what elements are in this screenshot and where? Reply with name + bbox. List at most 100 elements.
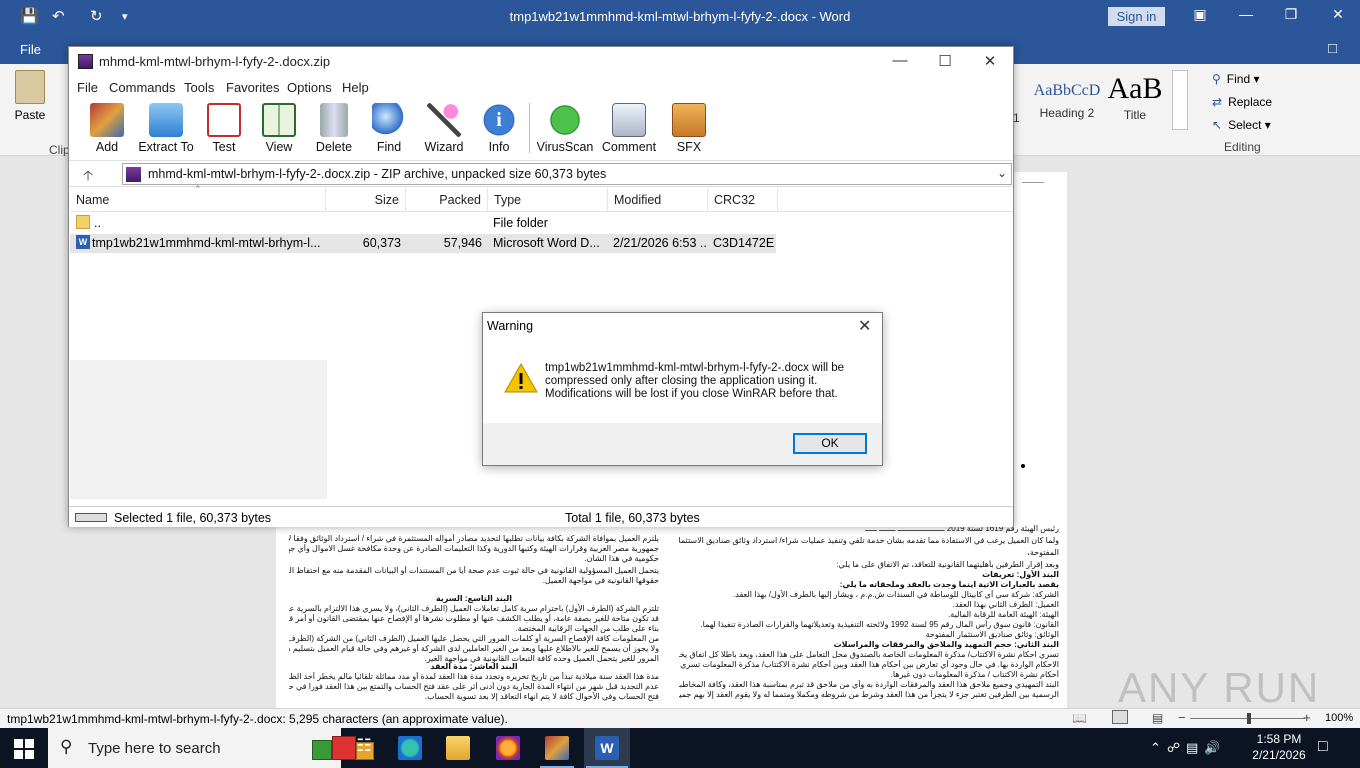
cell-size: 60,373 — [362, 236, 401, 250]
clock-date: 2/21/2026 — [1252, 748, 1306, 762]
find-button[interactable]: ⚲ Find ▾ — [1212, 72, 1260, 86]
system-tray[interactable]: ⌃☍▤🔊 — [1150, 740, 1227, 756]
windows-start-icon[interactable] — [14, 739, 34, 759]
winrar-toolbar: Add Extract To Test View Delete Find Wiz… — [69, 99, 1013, 159]
replace-button[interactable]: ⇄ Replace — [1212, 95, 1272, 109]
close-icon[interactable]: ✕ — [858, 316, 871, 336]
address-field[interactable]: mhmd-kml-mtwl-brhym-l-fyfy-2-.docx.zip -… — [122, 163, 1012, 185]
winrar-taskbar-icon[interactable] — [545, 736, 569, 760]
notification-icon[interactable]: □ — [1318, 738, 1328, 756]
table-row[interactable]: .. File folder — [70, 214, 1012, 234]
sign-in-button[interactable]: Sign in — [1108, 7, 1165, 26]
paste-button[interactable]: Paste — [10, 70, 50, 122]
task-view-icon[interactable]: ☷ — [352, 736, 376, 760]
zoom-level[interactable]: 100% — [1325, 712, 1353, 724]
extract-to-button[interactable]: Extract To — [136, 101, 196, 154]
taskbar-clock[interactable]: 1:58 PM 2/21/2026 — [1252, 731, 1306, 763]
test-button[interactable]: Test — [194, 101, 254, 154]
close-icon[interactable]: ✕ — [1328, 6, 1348, 23]
read-mode-icon[interactable]: 📖 — [1072, 711, 1087, 725]
virusscan-label: VirusScan — [536, 140, 594, 154]
document-page[interactable]: يلتزم العميل بموافاة الشركة بكافة بيانات… — [276, 512, 667, 708]
editing-group-label: Editing — [1224, 140, 1261, 154]
search-icon: ⚲ — [1212, 72, 1221, 86]
add-button[interactable]: Add — [77, 101, 137, 154]
menu-tools[interactable]: Tools — [184, 80, 214, 95]
minimize-icon[interactable]: — — [890, 52, 910, 69]
clipboard-icon — [15, 70, 45, 104]
dialog-title-bar: Warning ✕ — [483, 313, 882, 339]
menu-help[interactable]: Help — [342, 80, 369, 95]
comments-icon[interactable]: □ — [1328, 40, 1337, 57]
dialog-message-line: compressed only after closing the applic… — [545, 375, 818, 387]
select-button[interactable]: ↖ Select ▾ — [1212, 118, 1271, 132]
style-title[interactable]: AaB Title — [1094, 72, 1176, 130]
zoom-out-icon[interactable]: − — [1178, 710, 1186, 725]
edge-icon[interactable] — [398, 736, 422, 760]
zoom-slider-thumb[interactable] — [1247, 713, 1251, 724]
find-label: Find — [1226, 72, 1251, 86]
cell-type: Microsoft Word D... — [493, 236, 600, 250]
watermark: ANY RUN — [1118, 664, 1321, 711]
tab-file[interactable]: File — [20, 42, 41, 57]
info-button[interactable]: i Info — [469, 101, 529, 154]
wizard-button[interactable]: Wizard — [414, 101, 474, 154]
minimize-icon[interactable]: — — [1236, 6, 1256, 22]
view-button[interactable]: View — [249, 101, 309, 154]
dialog-message-line: Modifications will be lost if you close … — [545, 388, 838, 400]
styles-gallery-scroll[interactable] — [1172, 70, 1188, 130]
bug-icon — [548, 103, 582, 137]
word-icon: W — [595, 736, 619, 760]
close-icon[interactable]: ✕ — [980, 52, 1000, 70]
ok-button[interactable]: OK — [793, 433, 867, 454]
ribbon-display-icon[interactable]: ▣ — [1190, 6, 1210, 23]
zoom-in-icon[interactable]: + — [1303, 710, 1311, 725]
comment-label: Comment — [601, 140, 657, 154]
restore-icon[interactable]: ❐ — [1281, 6, 1301, 23]
zip-archive-icon — [126, 167, 141, 182]
info-label: Info — [488, 140, 510, 154]
menu-favorites[interactable]: Favorites — [226, 80, 279, 95]
status-selected: Selected 1 file, 60,373 bytes — [114, 511, 272, 525]
clipboard-group-label: Clip — [49, 143, 70, 157]
column-size[interactable]: Size — [326, 188, 406, 212]
column-crc32[interactable]: CRC32 — [708, 188, 778, 212]
delete-button[interactable]: Delete — [304, 101, 364, 154]
table-row[interactable]: W tmp1wb21w1mmhmd-kml-mtwl-brhym-l... 60… — [70, 234, 1012, 254]
file-explorer-icon[interactable] — [446, 736, 470, 760]
magic-wand-icon — [427, 103, 461, 137]
word-taskbar-button[interactable]: W — [584, 728, 630, 768]
cell-type: File folder — [493, 216, 548, 230]
taskbar-search-box[interactable]: ⚲ Type here to search — [48, 728, 374, 768]
firefox-icon[interactable] — [496, 736, 520, 760]
column-packed[interactable]: Packed — [406, 188, 488, 212]
find-label: Find — [376, 140, 402, 154]
word-status-bar: tmp1wb21w1mmhmd-kml-mtwl-brhym-l-fyfy-2-… — [0, 708, 1360, 728]
address-text: mhmd-kml-mtwl-brhym-l-fyfy-2-.docx.zip -… — [148, 167, 607, 181]
chevron-down-icon[interactable]: ⌄ — [997, 166, 1007, 180]
drive-icon — [75, 513, 107, 522]
book-icon — [262, 103, 296, 137]
search-icon: ⚲ — [60, 737, 73, 756]
maximize-icon[interactable]: ☐ — [935, 52, 955, 70]
sfx-button[interactable]: SFX — [659, 101, 719, 154]
word-title-bar: 💾 ↶ ↻ ▾ tmp1wb21w1mmhmd-kml-mtwl-brhym-l… — [0, 0, 1360, 34]
web-layout-icon[interactable]: ▤ — [1152, 711, 1163, 725]
up-arrow-icon[interactable]: 🡡 — [83, 165, 93, 189]
dialog-title: Warning — [487, 319, 534, 333]
menu-file[interactable]: File — [77, 80, 98, 95]
style-name: Title — [1123, 108, 1147, 122]
winrar-title-bar: mhmd-kml-mtwl-brhym-l-fyfy-2-.docx.zip —… — [69, 47, 1013, 77]
test-label: Test — [212, 140, 236, 154]
virusscan-button[interactable]: VirusScan — [535, 101, 595, 154]
comment-button[interactable]: Comment — [599, 101, 659, 154]
list-empty-area — [70, 360, 327, 499]
column-type[interactable]: Type — [488, 188, 608, 212]
print-layout-icon[interactable] — [1112, 710, 1128, 724]
find-button[interactable]: Find — [359, 101, 419, 154]
select-label: Select — [1228, 118, 1262, 132]
menu-options[interactable]: Options — [287, 80, 332, 95]
menu-commands[interactable]: Commands — [109, 80, 175, 95]
column-modified[interactable]: Modified — [608, 188, 708, 212]
cell-packed: 57,946 — [443, 236, 482, 250]
